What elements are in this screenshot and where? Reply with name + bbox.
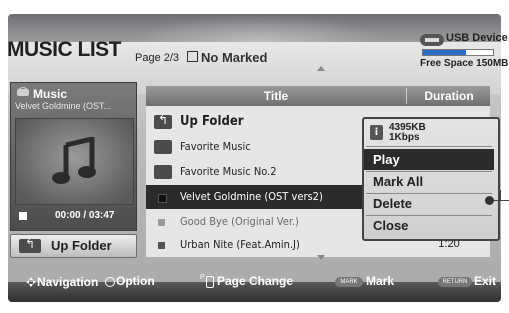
menu-item-delete[interactable]: Delete [364, 193, 494, 214]
up-folder-button-label: Up Folder [51, 238, 112, 253]
scroll-up-arrow-icon[interactable] [317, 66, 325, 71]
option-popup: i 4395KB 1Kbps Play Mark All Delete Clos… [362, 117, 500, 241]
column-divider [406, 88, 407, 104]
playback-time: 00:00 / 03:47 [55, 210, 115, 221]
playback-time-row: 00:00 / 03:47 [11, 207, 136, 225]
row-title: Favorite Music No.2 [180, 165, 277, 178]
top-banner-glow [128, 14, 388, 42]
footer-exit[interactable]: Exit [474, 274, 496, 288]
free-space-label: Free Space 150MB [420, 58, 509, 69]
row-title: Up Folder [180, 114, 244, 129]
menu-item-play[interactable]: Play [364, 149, 494, 170]
row-title: Velvet Goldmine (OST vers2) [180, 190, 323, 203]
page-title: MUSIC LIST [7, 38, 122, 61]
footer-option[interactable]: Option [116, 274, 155, 288]
option-icon [105, 277, 115, 287]
track-icon [158, 242, 165, 249]
row-title: Favorite Music [180, 140, 251, 153]
mark-key-icon: MARK [335, 277, 363, 287]
usb-icon [420, 34, 444, 46]
storage-usage-fill [423, 50, 467, 55]
folder-icon [154, 165, 172, 179]
device-name: USB Device [446, 32, 508, 44]
column-title: Title [263, 89, 289, 103]
row-title: Urban Nite (Feat.Amin.J) [180, 238, 300, 251]
menu-item-label: Mark All [373, 174, 424, 189]
callout-dot [485, 196, 494, 205]
track-icon [158, 219, 165, 226]
column-duration: Duration [424, 89, 474, 103]
table-header: Title Duration [146, 86, 490, 106]
footer-mark[interactable]: Mark [366, 274, 394, 288]
folder-icon [154, 140, 172, 154]
track-icon [158, 194, 167, 203]
storage-usage-bar [422, 49, 494, 56]
return-key-icon: RETURN [438, 277, 472, 287]
navigation-icon [26, 277, 36, 287]
music-category-icon [17, 87, 29, 96]
up-folder-icon [154, 113, 172, 129]
menu-item-label: Delete [373, 196, 413, 211]
music-note-icon [52, 137, 96, 184]
footer-navigation[interactable]: Navigation [37, 275, 98, 289]
popup-divider [366, 146, 492, 147]
page-key-icon: P [200, 274, 205, 281]
footer-page-change[interactable]: Page Change [217, 274, 293, 288]
menu-item-close[interactable]: Close [364, 215, 494, 236]
scroll-down-arrow-icon[interactable] [317, 255, 325, 260]
checkbox-icon [187, 51, 198, 62]
device-status: USB Device Free Space 150MB [420, 32, 508, 76]
up-folder-icon [19, 237, 41, 253]
menu-item-mark-all[interactable]: Mark All [364, 171, 494, 192]
page-indicator: Page 2/3 [135, 52, 180, 64]
marked-status-label: No Marked [201, 50, 268, 65]
stop-icon [19, 212, 27, 220]
callout-tick [500, 190, 501, 201]
up-folder-button[interactable]: Up Folder [10, 234, 137, 258]
info-icon: i [370, 125, 383, 140]
page-rocker-icon [206, 276, 214, 288]
now-playing-track: Velvet Goldmine (OST... [15, 101, 112, 111]
now-playing-card: Music Velvet Goldmine (OST... 00:00 / 03… [10, 82, 137, 231]
album-art [15, 118, 134, 205]
marked-status: No Marked [187, 50, 267, 65]
menu-item-label: Play [373, 152, 400, 167]
now-playing-category: Music [33, 87, 68, 101]
row-title: Good Bye (Original Ver.) [180, 215, 299, 228]
bitrate: 1Kbps [389, 132, 420, 143]
menu-item-label: Close [373, 218, 409, 233]
